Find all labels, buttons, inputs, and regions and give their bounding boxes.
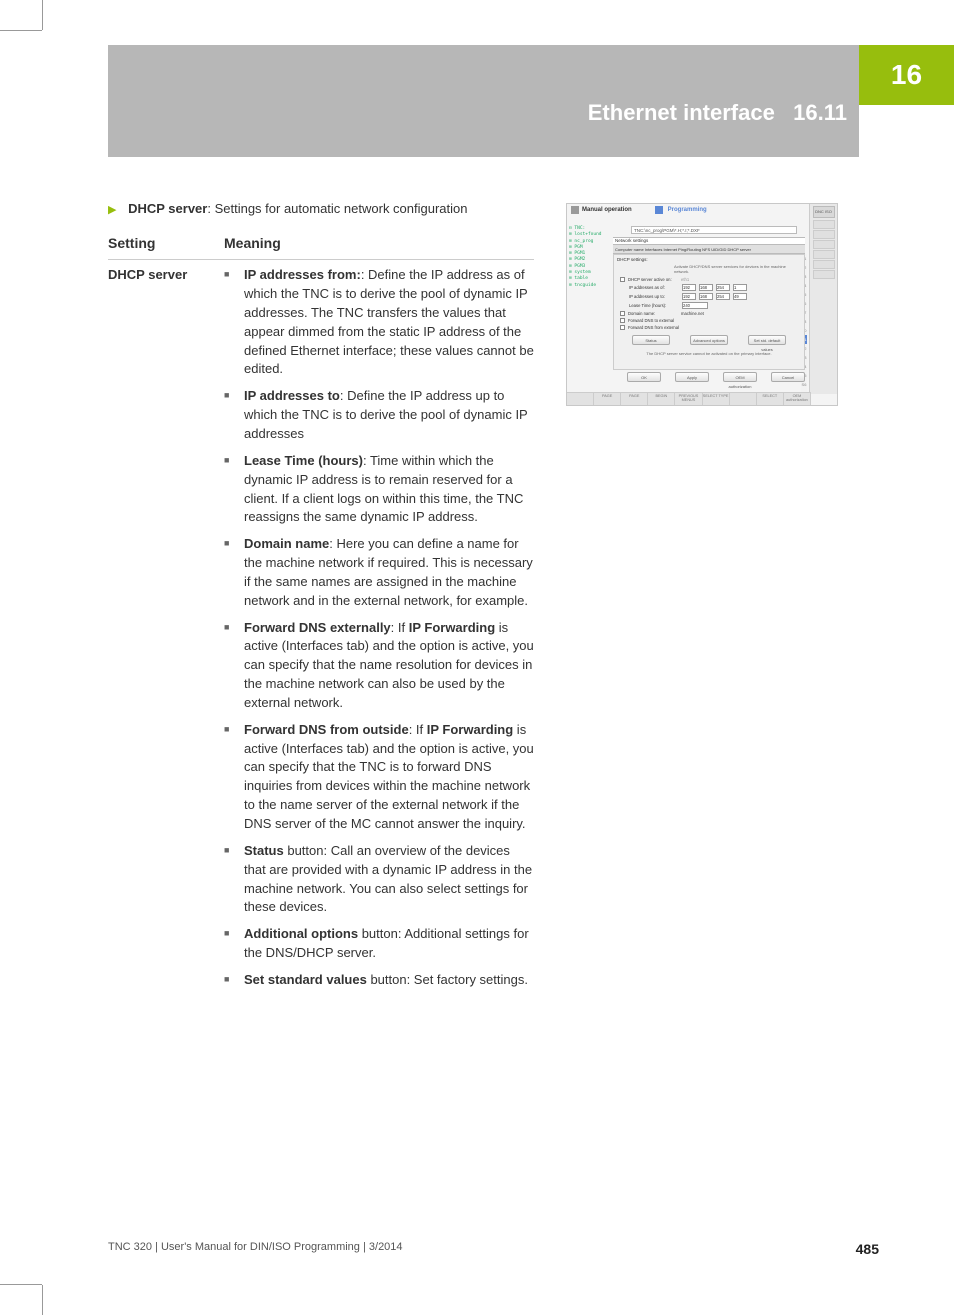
softkey[interactable]: SELECT TYPE	[703, 393, 730, 405]
ip-octet-input[interactable]: 254	[716, 284, 730, 291]
arrow-icon: ▶	[108, 203, 116, 219]
softkey[interactable]: PAGE	[621, 393, 648, 405]
cancel-button[interactable]: Cancel	[771, 372, 805, 382]
ss-right-slot	[813, 260, 835, 269]
ss-row-fwd-ext: Forward DNS to external	[614, 317, 804, 324]
ss-file-tree[interactable]: ⊟ TNC: ⊞ lost+found ⊞ nc_prog ⊞ PGM ⊞ PG…	[569, 226, 611, 291]
ss-dhcp-panel: DHCP settings: Activate DHCP/DNS server …	[613, 254, 805, 370]
ss-panel-note: Activate DHCP/DNS server services for de…	[614, 264, 804, 276]
ip-octet-input[interactable]: 168	[699, 284, 713, 291]
ss-hint: The DHCP server service cannot be activa…	[614, 349, 804, 360]
page-number: 485	[856, 1241, 879, 1257]
ss-right-slot	[813, 250, 835, 259]
content-column: ▶ DHCP server: Settings for automatic ne…	[108, 200, 534, 1004]
header-title: Ethernet interface	[588, 100, 775, 125]
ip-octet-input[interactable]: 254	[716, 293, 730, 300]
ss-row-domain: Domain name: machine.net	[614, 310, 804, 317]
intro-bold: DHCP server	[128, 201, 207, 216]
crop-mark	[42, 0, 43, 30]
ss-dialog-title: Network settings	[613, 237, 805, 245]
checkbox-icon[interactable]	[620, 311, 625, 316]
softkey[interactable]: SELECT	[757, 393, 784, 405]
footer-text: TNC 320 | User's Manual for DIN/ISO Prog…	[108, 1241, 403, 1257]
ss-row-ip-to: IP addresses up to: 192 168 254 49	[614, 292, 804, 301]
list-item: Forward DNS externally: If IP Forwarding…	[224, 619, 534, 713]
ss-row-active: DHCP server active on: eth1	[614, 276, 804, 283]
checkbox-icon[interactable]	[620, 277, 625, 282]
list-item: Additional options button: Additional se…	[224, 925, 534, 963]
chapter-tab: 16	[859, 45, 954, 105]
ss-right-slot	[813, 230, 835, 239]
ss-tab-bar[interactable]: Computer name Interfaces Internet Ping/R…	[613, 245, 805, 254]
advanced-button[interactable]: Advanced options	[690, 335, 728, 345]
list-item: Lease Time (hours): Time within which th…	[224, 452, 534, 527]
ss-mode-programming: Programming	[668, 207, 707, 213]
list-item: Forward DNS from outside: If IP Forwardi…	[224, 721, 534, 834]
list-item: IP addresses from:: Define the IP addres…	[224, 266, 534, 379]
ss-button-row: Status Advanced options Set std. default…	[614, 331, 804, 349]
softkey[interactable]: PAGE	[594, 393, 621, 405]
tree-node[interactable]: ⊞ tncguide	[569, 283, 611, 289]
ss-row-ip-from: IP addresses as of: 192 168 254 1	[614, 283, 804, 292]
th-setting: Setting	[108, 229, 224, 260]
apply-button[interactable]: Apply	[675, 372, 709, 382]
crop-mark	[42, 1285, 43, 1315]
softkey[interactable]	[730, 393, 757, 405]
ss-row-lease: Lease Time (hours): 240	[614, 301, 804, 310]
ip-octet-input[interactable]: 168	[699, 293, 713, 300]
td-setting: DHCP server	[108, 260, 224, 1004]
std-values-button[interactable]: Set std. default values	[748, 335, 786, 345]
ip-octet-input[interactable]: 192	[682, 284, 696, 291]
ok-button[interactable]: OK	[627, 372, 661, 382]
checkbox-icon[interactable]	[620, 325, 625, 330]
settings-table: Setting Meaning DHCP server IP addresses…	[108, 229, 534, 1004]
ss-row-fwd-out: Forward DNS from external	[614, 324, 804, 331]
ss-dialog-actions: OK Apply OEM authorization Cancel	[627, 372, 805, 382]
page-footer: TNC 320 | User's Manual for DIN/ISO Prog…	[108, 1241, 879, 1257]
ip-octet-input[interactable]: 1	[733, 284, 747, 291]
softkey[interactable]	[567, 393, 594, 405]
mode-icon	[571, 206, 579, 214]
page-header: Ethernet interface 16.11	[588, 100, 847, 126]
ip-octet-input[interactable]: 49	[733, 293, 747, 300]
ss-mode-manual: Manual operation	[582, 207, 632, 213]
ss-softkey-bar: PAGEPAGEBEGINPREVIOUS MENUSSELECT TYPESE…	[567, 392, 811, 405]
list-item: Status button: Call an overview of the d…	[224, 842, 534, 917]
crop-mark	[0, 30, 42, 31]
checkbox-icon[interactable]	[620, 318, 625, 323]
ss-right-slot	[813, 270, 835, 279]
softkey[interactable]: OEM authorization	[784, 393, 811, 405]
ss-right-slot	[813, 220, 835, 229]
status-button[interactable]: Status	[632, 335, 670, 345]
oem-button[interactable]: OEM authorization	[723, 372, 757, 382]
ss-titlebar: Manual operation Programming	[571, 206, 707, 214]
header-section: 16.11	[793, 100, 847, 125]
meaning-list: IP addresses from:: Define the IP addres…	[224, 266, 534, 990]
ss-right-sidebar: DNC ISO	[809, 204, 837, 394]
mode-icon	[655, 206, 663, 214]
softkey[interactable]: BEGIN	[648, 393, 675, 405]
th-meaning: Meaning	[224, 229, 534, 260]
softkey[interactable]: PREVIOUS MENUS	[675, 393, 702, 405]
ss-right-button[interactable]: DNC ISO	[813, 206, 835, 218]
intro-line: ▶ DHCP server: Settings for automatic ne…	[108, 200, 534, 219]
list-item: Domain name: Here you can define a name …	[224, 535, 534, 610]
ss-path-input[interactable]: TNC:\nc_prog\PGM\*.H;*.I;*.DXF	[631, 226, 797, 234]
crop-mark	[0, 1284, 42, 1285]
ip-octet-input[interactable]: 192	[682, 293, 696, 300]
embedded-screenshot: Manual operation Programming DNC ISO F1F…	[566, 203, 838, 406]
lease-input[interactable]: 240	[682, 302, 708, 309]
list-item: IP addresses to: Define the IP address u…	[224, 387, 534, 444]
ss-panel-title: DHCP settings:	[614, 255, 804, 264]
list-item: Set standard values button: Set factory …	[224, 971, 534, 990]
header-band: Ethernet interface 16.11	[108, 45, 859, 157]
td-meaning: IP addresses from:: Define the IP addres…	[224, 260, 534, 1004]
ss-right-slot	[813, 240, 835, 249]
intro-rest: : Settings for automatic network configu…	[207, 201, 467, 216]
